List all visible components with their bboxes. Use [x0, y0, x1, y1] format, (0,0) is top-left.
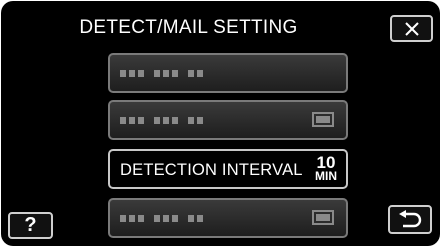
placeholder-label	[120, 70, 203, 77]
setting-value-icon	[312, 210, 334, 225]
menu-item-disabled-4	[108, 198, 348, 238]
close-button[interactable]	[390, 15, 433, 42]
help-label: ?	[24, 214, 37, 236]
menu-item-disabled-2	[108, 100, 348, 140]
page-title: DETECT/MAIL SETTING	[79, 17, 298, 38]
placeholder-label	[120, 117, 203, 124]
interval-value-badge: 10 MIN	[311, 154, 341, 182]
detection-interval-label: DETECTION INTERVAL	[120, 161, 303, 179]
setting-value-icon	[312, 112, 334, 127]
help-button[interactable]: ?	[8, 212, 53, 239]
interval-unit: MIN	[315, 169, 337, 183]
camera-menu-screen: DETECT/MAIL SETTING DETECTION INTERVAL 1…	[1, 1, 440, 246]
detection-interval-button[interactable]: DETECTION INTERVAL 10 MIN	[108, 149, 348, 189]
placeholder-label	[120, 215, 203, 222]
back-button[interactable]	[388, 205, 432, 234]
return-arrow-icon	[399, 209, 422, 227]
close-x-icon	[404, 21, 419, 36]
menu-item-disabled-1	[108, 53, 348, 93]
